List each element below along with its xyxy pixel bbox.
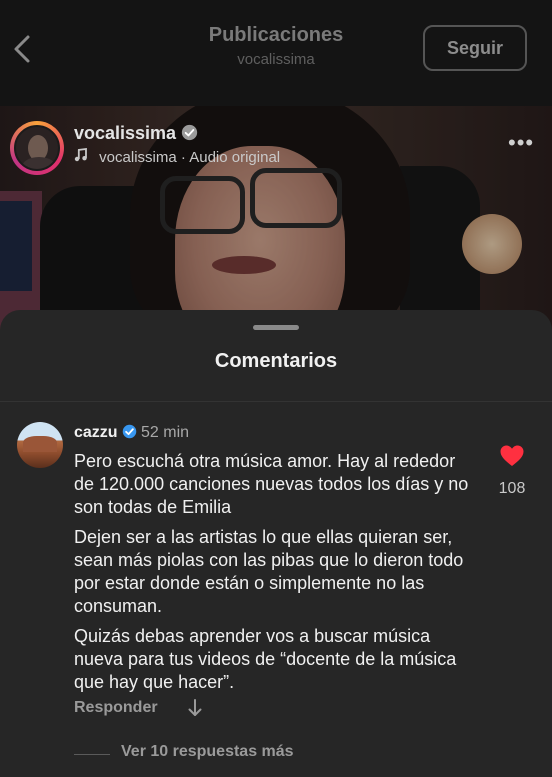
- comment-body: Pero escuchá otra música amor. Hay al re…: [74, 450, 474, 701]
- comments-title: Comentarios: [214, 350, 338, 372]
- comments-sheet: Comentarios cazzu 52 min Pero escuchá ot…: [0, 310, 552, 777]
- comment-paragraph: Dejen ser a las artistas lo que ellas qu…: [74, 527, 464, 616]
- post-username-row[interactable]: vocalissima: [74, 123, 198, 146]
- comment-header: cazzu 52 min: [74, 424, 189, 444]
- post-header: vocalissima vocalissima · Audio original…: [0, 106, 552, 176]
- avatar[interactable]: [17, 422, 63, 468]
- sheet-divider: [0, 401, 552, 402]
- post-avatar[interactable]: [10, 121, 64, 175]
- like-count: 108: [498, 480, 526, 497]
- sheet-drag-handle[interactable]: [253, 325, 299, 330]
- post-username[interactable]: vocalissima: [74, 123, 176, 143]
- verified-badge-icon: [122, 424, 137, 444]
- heart-icon[interactable]: [499, 444, 525, 473]
- replies-divider-line: [74, 754, 110, 755]
- music-note-icon: [74, 147, 92, 166]
- audio-label: Audio original: [189, 149, 281, 166]
- post-audio-row[interactable]: vocalissima · Audio original: [74, 147, 281, 166]
- video-player[interactable]: vocalissima vocalissima · Audio original…: [0, 106, 552, 338]
- audio-separator: ·: [180, 149, 186, 166]
- follow-button[interactable]: Seguir: [423, 25, 527, 71]
- top-navigation-bar: Publicaciones vocalissima Seguir: [0, 0, 552, 106]
- verified-badge-icon: [181, 124, 198, 146]
- comment-paragraph: Quizás debas aprender vos a buscar músic…: [74, 626, 457, 692]
- comment-paragraph: Pero escuchá otra música amor. Hay al re…: [74, 451, 469, 517]
- more-dots-icon[interactable]: •••: [508, 130, 534, 156]
- audio-user: vocalissima: [99, 149, 177, 166]
- comment-time: 52 min: [141, 424, 190, 441]
- reply-button[interactable]: Responder: [74, 699, 158, 717]
- view-more-replies-button[interactable]: Ver 10 respuestas más: [121, 743, 294, 761]
- translate-arrow-icon[interactable]: [186, 698, 204, 723]
- comment-username[interactable]: cazzu: [74, 424, 118, 441]
